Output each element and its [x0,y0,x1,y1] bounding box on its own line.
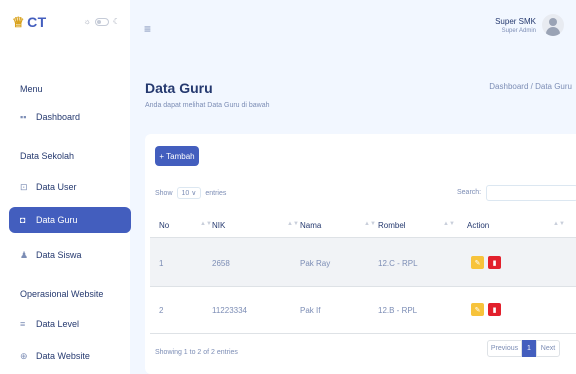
sidebar-item-data-website[interactable]: ⊕ Data Website [9,343,131,369]
logo[interactable]: ♕ CT [12,14,47,31]
previous-page-button[interactable]: Previous [487,340,522,357]
chat-icon: ◘ [20,215,26,225]
sidebar-section-data-sekolah: Data Sekolah [20,151,75,161]
table-cell-no: 2 [159,306,164,315]
logo-row: ♕ CT ☼ ☾ [12,12,124,34]
sort-icon: ▲▼ [443,221,455,227]
table-cell-nik: 11223334 [212,306,247,315]
avatar[interactable] [542,14,564,36]
entries-select[interactable]: 10 ∨ [176,187,202,199]
column-header-rombel[interactable]: Rombel [378,221,406,230]
show-label: Show [155,189,173,197]
sidebar-section-menu: Menu [20,84,43,94]
column-header-no[interactable]: No [159,221,169,230]
table-cell-no: 1 [159,259,164,268]
logo-mark-icon: ♕ [12,14,26,30]
user-name: Super SMK [495,16,536,26]
user-info: Super SMK Super Admin [495,17,536,34]
sort-icon: ▲▼ [200,221,212,227]
column-header-action[interactable]: Action [467,221,489,230]
sidebar-item-label: Data Level [36,319,80,329]
sidebar-item-data-guru[interactable]: ◘ Data Guru [9,207,131,233]
page-1-button[interactable]: 1 [522,340,536,357]
sidebar-item-data-user[interactable]: ⊡ Data User [9,174,131,200]
sort-icon: ▲▼ [287,221,299,227]
sidebar-item-label: Data Guru [36,215,78,225]
theme-toggle[interactable]: ☼ ☾ [83,17,120,26]
layers-icon: ≡ [20,319,26,329]
logo-text: CT [27,14,47,30]
edit-button[interactable]: ✎ [471,256,484,269]
table-cell-rombel: 12.C - RPL [378,259,418,268]
breadcrumb[interactable]: Dashboard / Data Guru [489,82,572,91]
search-input[interactable] [486,185,576,201]
row-divider [150,286,576,287]
sidebar: ♕ CT ☼ ☾ Menu ▪▪ Dashboard Data Sekolah ⊡… [0,0,131,374]
add-button[interactable]: + Tambah [155,146,199,166]
column-header-nik[interactable]: NIK [212,221,225,230]
edit-button[interactable]: ✎ [471,303,484,316]
table-cell-nik: 2658 [212,259,230,268]
table-info: Showing 1 to 2 of 2 entries [155,349,238,356]
theme-switch[interactable] [94,17,109,26]
moon-icon: ☾ [112,17,120,26]
sidebar-item-label: Dashboard [36,112,81,122]
user-role: Super Admin [501,27,536,34]
entries-label: entries [205,189,227,197]
sidebar-item-data-level[interactable]: ≡ Data Level [9,311,131,337]
people-icon: ♟ [20,249,29,260]
user-icon: ⊡ [20,181,28,192]
table-cell-rombel: 12.B - RPL [378,306,418,315]
sidebar-item-label: Data User [36,182,77,192]
sidebar-item-label: Data Siswa [36,250,82,260]
sidebar-item-dashboard[interactable]: ▪▪ Dashboard [9,104,131,130]
column-header-nama[interactable]: Nama [300,221,321,230]
table-cell-nama: Pak If [300,306,321,315]
page-subtitle: Anda dapat melihat Data Guru di bawah [145,102,270,109]
sidebar-item-data-siswa[interactable]: ♟ Data Siswa [9,242,131,268]
page-title: Data Guru [145,80,213,96]
user-menu[interactable]: Super SMK Super Admin [495,14,564,36]
table-cell-nama: Pak Ray [300,259,331,268]
data-guru-card: + Tambah Show 10 ∨ entries Search: No ▲▼… [145,134,576,374]
sort-icon: ▲▼ [553,221,565,227]
entries-control: Show 10 ∨ entries [155,187,226,199]
table-bottom-divider [150,333,576,334]
sidebar-item-label: Data Website [36,351,90,361]
sun-icon: ☼ [83,17,91,26]
grid-icon: ▪▪ [20,112,27,122]
next-page-button[interactable]: Next [536,340,560,357]
delete-button[interactable]: ▮ [488,303,501,316]
sort-icon: ▲▼ [364,221,376,227]
sidebar-section-operasional: Operasional Website [20,289,104,299]
delete-button[interactable]: ▮ [488,256,501,269]
globe-icon: ⊕ [20,350,28,361]
search-label: Search: [457,189,482,196]
hamburger-menu-icon[interactable]: ≡ [144,22,151,36]
